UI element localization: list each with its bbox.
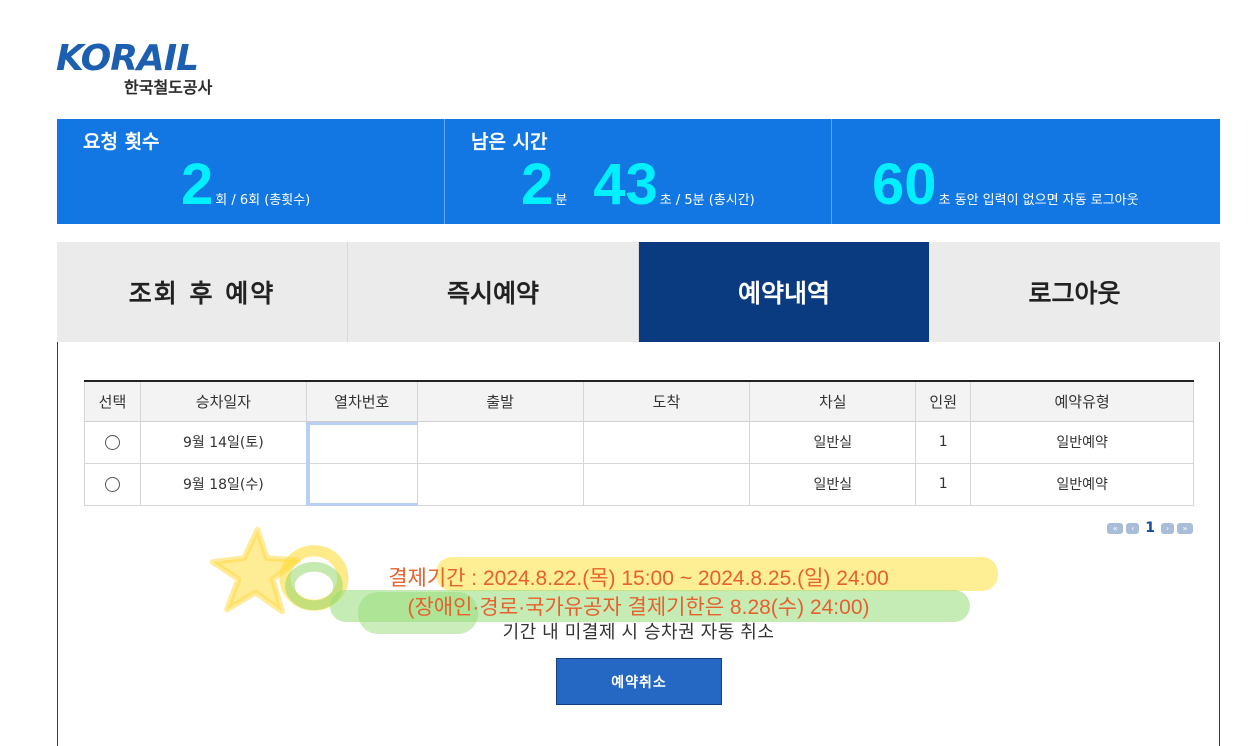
header-date: 승차일자 xyxy=(139,380,307,422)
cell-class: 일반실 xyxy=(749,462,917,506)
reservation-content: 선택 승차일자 열차번호 출발 도착 차실 인원 예약유형 9월 14일(토) … xyxy=(57,342,1220,746)
korail-logo: KORAIL 한국철도공사 xyxy=(56,38,246,98)
cell-departure xyxy=(416,462,584,506)
cell-train xyxy=(305,462,418,506)
cell-type: 일반예약 xyxy=(970,420,1194,464)
tab-instant-reserve[interactable]: 즉시예약 xyxy=(348,242,639,342)
idle-seconds: 60 xyxy=(872,152,937,217)
page-number[interactable]: 1 xyxy=(1145,520,1155,536)
main-tabs: 조회 후 예약 즉시예약 예약내역 로그아웃 xyxy=(57,242,1220,342)
remaining-minutes-unit: 분 xyxy=(555,193,568,208)
idle-logout-panel: 60 초 동안 입력이 없으면 자동 로그아웃 xyxy=(832,119,1220,224)
tab-search-reserve[interactable]: 조회 후 예약 xyxy=(57,242,348,342)
redaction-mark xyxy=(306,422,310,506)
next-page-icon[interactable]: › xyxy=(1161,522,1174,534)
cell-type: 일반예약 xyxy=(970,462,1194,506)
remaining-seconds-unit: 초 / 5분 (총시간) xyxy=(659,193,755,208)
logo-subtitle: 한국철도공사 xyxy=(124,78,213,97)
request-count-label: 요청 횟수 xyxy=(83,131,160,153)
request-count-unit: 회 / 6회 (총횟수) xyxy=(215,193,311,208)
special-payment-deadline-text: (장애인·경로·국가유공자 결제기한은 8.28(수) 24:00) xyxy=(407,596,870,619)
reservation-table: 선택 승차일자 열차번호 출발 도착 차실 인원 예약유형 9월 14일(토) … xyxy=(84,380,1194,506)
remaining-seconds: 43 xyxy=(593,152,658,217)
header-count: 인원 xyxy=(915,380,972,422)
header-class: 차실 xyxy=(749,380,917,422)
request-count-value: 2 xyxy=(181,152,214,217)
tab-logout[interactable]: 로그아웃 xyxy=(929,242,1220,342)
header-train: 열차번호 xyxy=(305,380,418,422)
request-count-panel: 요청 횟수 2 회 / 6회 (총횟수) xyxy=(57,119,445,224)
cell-count: 1 xyxy=(915,420,972,464)
table-header-row: 선택 승차일자 열차번호 출발 도착 차실 인원 예약유형 xyxy=(84,380,1194,422)
payment-period-text: 결제기간 : 2024.8.22.(목) 15:00 ~ 2024.8.25.(… xyxy=(388,567,889,590)
pagination: « ‹ 1 › » xyxy=(1107,520,1193,536)
cell-count: 1 xyxy=(915,462,972,506)
header-departure: 출발 xyxy=(416,380,584,422)
cell-train xyxy=(305,420,418,464)
cell-date: 9월 14일(토) xyxy=(139,420,307,464)
last-page-icon[interactable]: » xyxy=(1177,522,1193,534)
table-row: 9월 18일(수) 일반실 1 일반예약 xyxy=(84,462,1194,506)
logo-wordmark: KORAIL xyxy=(56,38,199,79)
redaction-mark xyxy=(306,422,418,425)
cell-class: 일반실 xyxy=(749,420,917,464)
cell-date: 9월 18일(수) xyxy=(139,462,307,506)
header-select: 선택 xyxy=(84,380,141,422)
first-page-icon[interactable]: « xyxy=(1107,522,1124,534)
redaction-mark xyxy=(306,503,418,506)
status-bar: 요청 횟수 2 회 / 6회 (총횟수) 남은 시간 2 분 43 초 / 5분… xyxy=(57,119,1220,224)
tab-reservation-history[interactable]: 예약내역 xyxy=(639,242,929,342)
row-select-cell xyxy=(84,462,141,506)
select-radio[interactable] xyxy=(104,476,120,492)
cell-arrival xyxy=(582,462,751,506)
prev-page-icon[interactable]: ‹ xyxy=(1126,522,1140,534)
idle-logout-text: 초 동안 입력이 없으면 자동 로그아웃 xyxy=(938,193,1139,208)
row-select-cell xyxy=(84,420,141,464)
cell-departure xyxy=(416,420,584,464)
header-arrival: 도착 xyxy=(582,380,751,422)
table-row: 9월 14일(토) 일반실 1 일반예약 xyxy=(84,420,1194,464)
remaining-minutes: 2 xyxy=(521,152,554,217)
cancel-reservation-button[interactable]: 예약취소 xyxy=(556,658,722,705)
remaining-time-panel: 남은 시간 2 분 43 초 / 5분 (총시간) xyxy=(445,119,832,224)
header-type: 예약유형 xyxy=(970,380,1194,422)
select-radio[interactable] xyxy=(104,434,120,450)
remaining-time-label: 남은 시간 xyxy=(471,131,548,153)
cell-arrival xyxy=(582,420,751,464)
auto-cancel-notice: 기간 내 미결제 시 승차권 자동 취소 xyxy=(502,622,775,642)
